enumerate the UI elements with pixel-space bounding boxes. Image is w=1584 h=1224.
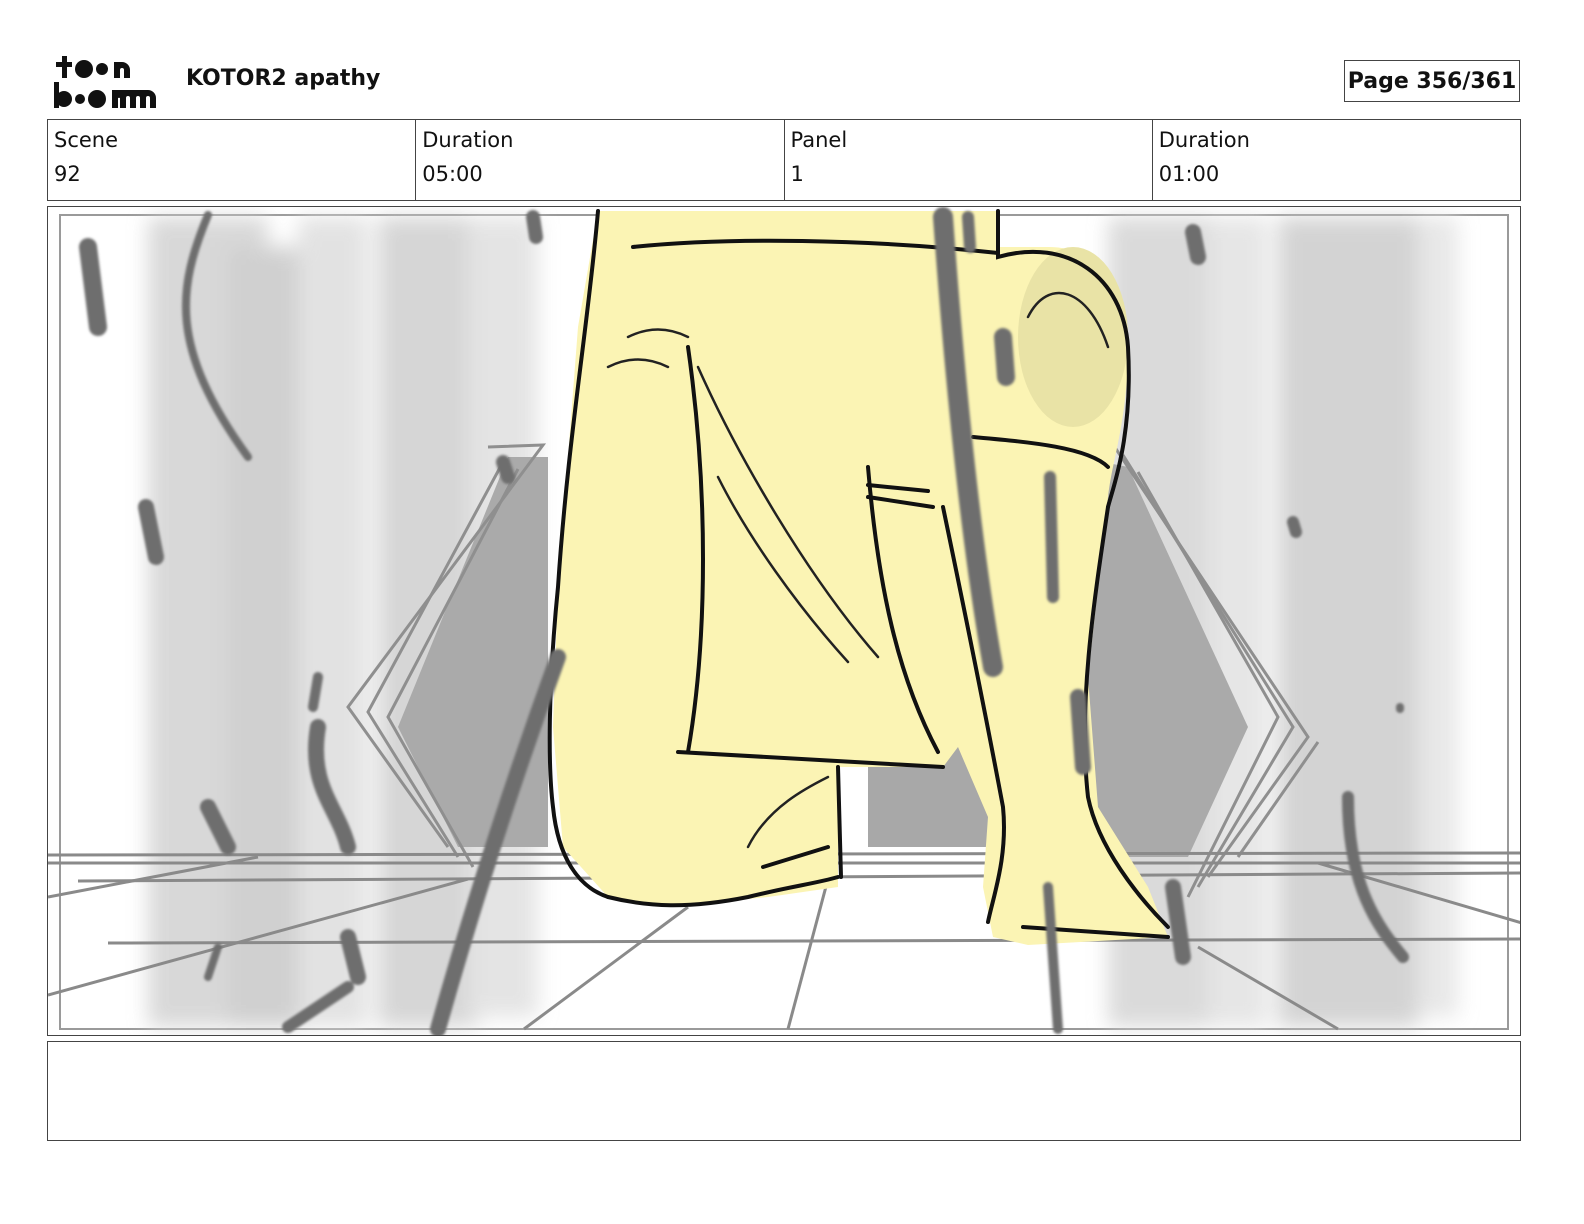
scene-label: Scene <box>54 128 119 152</box>
scene-cell: Scene 92 <box>48 120 417 200</box>
project-title: KOTOR2 apathy <box>186 66 381 91</box>
panel-duration-cell: Duration 01:00 <box>1153 120 1520 200</box>
panel-duration-label: Duration <box>1158 128 1250 152</box>
scene-duration-cell: Duration 05:00 <box>416 120 785 200</box>
scene-duration-label: Duration <box>422 128 514 152</box>
page-indicator: Page 356/361 <box>1344 60 1520 102</box>
panel-value: 1 <box>790 162 804 186</box>
scene-info-table: Scene 92 Duration 05:00 Panel 1 Duration… <box>47 119 1521 201</box>
storyboard-panel <box>47 206 1521 1036</box>
panel-cell: Panel 1 <box>785 120 1153 200</box>
panel-notes <box>47 1041 1521 1141</box>
panel-sketch <box>48 207 1520 1035</box>
toonboom-logo <box>52 52 164 112</box>
panel-duration-value: 01:00 <box>1158 162 1220 186</box>
scene-value: 92 <box>54 162 81 186</box>
panel-label: Panel <box>790 128 848 152</box>
scene-duration-value: 05:00 <box>422 162 483 186</box>
